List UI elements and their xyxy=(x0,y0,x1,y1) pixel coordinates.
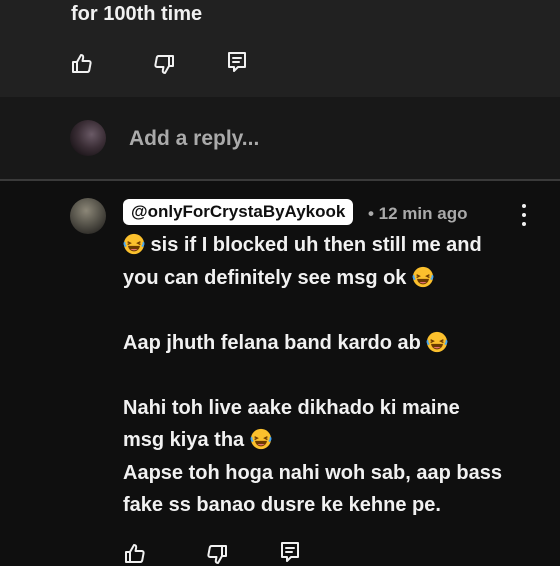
dislike-button[interactable] xyxy=(152,52,176,76)
reply-button[interactable] xyxy=(278,540,302,564)
comment-timestamp: • 12 min ago xyxy=(368,204,468,223)
comment-line: sis if I blocked uh then still me and xyxy=(123,233,482,257)
more-options-button[interactable] xyxy=(514,204,534,226)
thumbs-down-icon xyxy=(207,545,227,564)
commenter-avatar[interactable] xyxy=(70,198,106,234)
thumbs-up-icon xyxy=(125,544,145,563)
dislike-button[interactable] xyxy=(205,542,229,566)
more-dot-icon xyxy=(522,222,526,226)
comment-line: Nahi toh live aake dikhado ki maine xyxy=(123,397,460,419)
comment-line: msg kiya tha xyxy=(123,428,272,452)
more-dot-icon xyxy=(522,204,526,208)
laughing-emoji-icon xyxy=(123,233,145,255)
more-dot-icon xyxy=(522,213,526,217)
comment-line: Aap jhuth felana band kardo ab xyxy=(123,331,448,355)
commenter-handle[interactable]: @onlyForCrystaByAykook xyxy=(123,199,354,225)
divider xyxy=(0,179,560,181)
reply-input[interactable]: Add a reply... xyxy=(129,126,259,152)
like-button[interactable] xyxy=(123,542,147,566)
reply-icon xyxy=(281,542,299,562)
reply-icon xyxy=(228,52,246,72)
comment-line: you can definitely see msg ok xyxy=(123,266,434,290)
parent-comment: for 100th time xyxy=(0,0,560,97)
like-button[interactable] xyxy=(70,52,94,76)
thumbs-down-icon xyxy=(154,55,174,74)
reply-button[interactable] xyxy=(225,50,249,74)
comment-line: Aapse toh hoga nahi woh sab, aap bass xyxy=(123,462,502,484)
laughing-emoji-icon xyxy=(426,331,448,353)
comment-line: fake ss banao dusre ke kehne pe. xyxy=(123,494,441,516)
laughing-emoji-icon xyxy=(250,428,272,450)
parent-comment-text: for 100th time xyxy=(71,3,203,25)
laughing-emoji-icon xyxy=(412,266,434,288)
thumbs-up-icon xyxy=(72,54,92,73)
current-user-avatar xyxy=(70,120,106,156)
